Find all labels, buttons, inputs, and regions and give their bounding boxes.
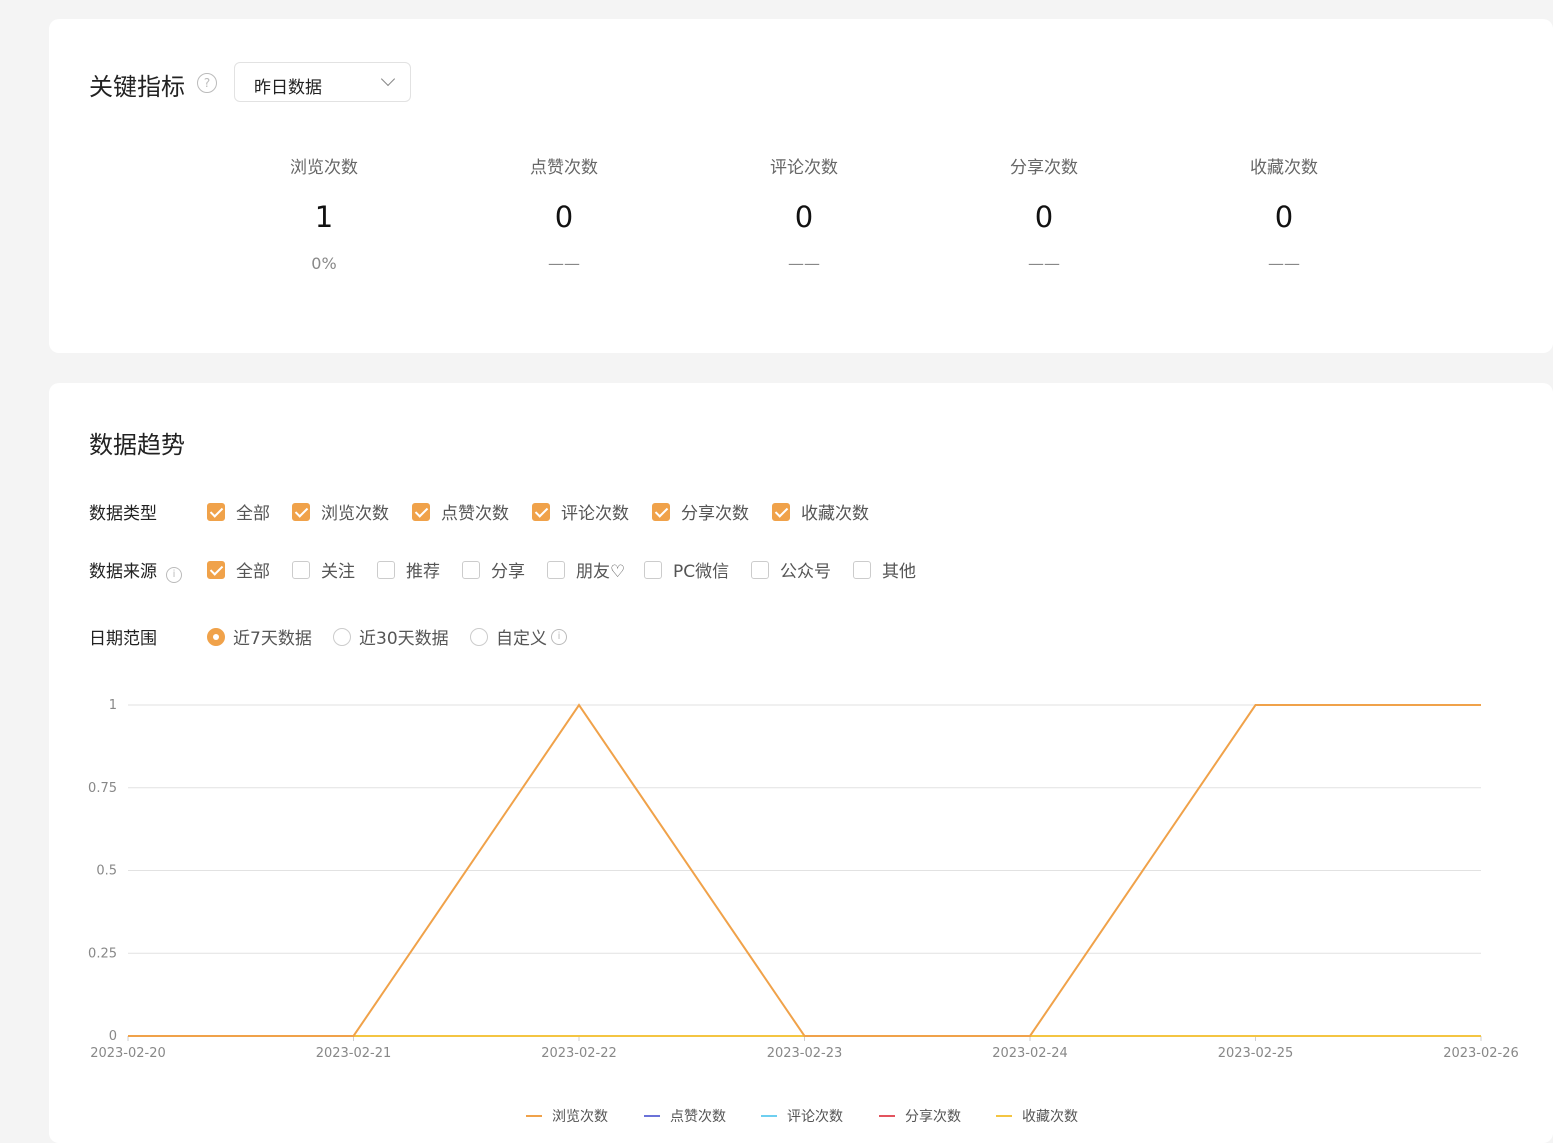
legend-label: 分享次数 xyxy=(905,1109,961,1125)
y-tick-label: 0.25 xyxy=(88,946,117,961)
x-tick-label: 2023-02-23 xyxy=(767,1046,843,1061)
legend-item-shares[interactable]: 分享次数 xyxy=(879,1106,961,1126)
legend-item-views[interactable]: 浏览次数 xyxy=(526,1106,608,1126)
legend-swatch xyxy=(526,1115,542,1117)
x-tick-label: 2023-02-24 xyxy=(992,1046,1068,1061)
legend-item-likes[interactable]: 点赞次数 xyxy=(644,1106,726,1126)
x-tick-label: 2023-02-22 xyxy=(541,1046,617,1061)
legend-item-comments[interactable]: 评论次数 xyxy=(761,1106,843,1126)
legend-label: 收藏次数 xyxy=(1022,1109,1078,1125)
legend-swatch xyxy=(761,1115,777,1117)
x-tick-label: 2023-02-20 xyxy=(90,1046,166,1061)
trend-line-chart: 0 0.25 0.5 0.75 1 2023-02-20 2023-02-21 2023-02… xyxy=(88,698,1519,1061)
legend-swatch xyxy=(879,1115,895,1117)
legend-label: 浏览次数 xyxy=(552,1109,608,1125)
y-tick-label: 0.5 xyxy=(96,864,117,879)
legend-label: 评论次数 xyxy=(787,1109,843,1125)
y-tick-label: 0.75 xyxy=(88,781,117,796)
legend-swatch xyxy=(644,1115,660,1117)
x-tick-label: 2023-02-21 xyxy=(316,1046,392,1061)
y-tick-label: 1 xyxy=(109,698,117,713)
x-tick-label: 2023-02-25 xyxy=(1218,1046,1294,1061)
y-tick-label: 0 xyxy=(109,1029,117,1044)
x-tick-label: 2023-02-26 xyxy=(1443,1046,1519,1061)
legend-item-favorites[interactable]: 收藏次数 xyxy=(996,1106,1078,1126)
legend-swatch xyxy=(996,1115,1012,1117)
legend-label: 点赞次数 xyxy=(670,1109,726,1125)
